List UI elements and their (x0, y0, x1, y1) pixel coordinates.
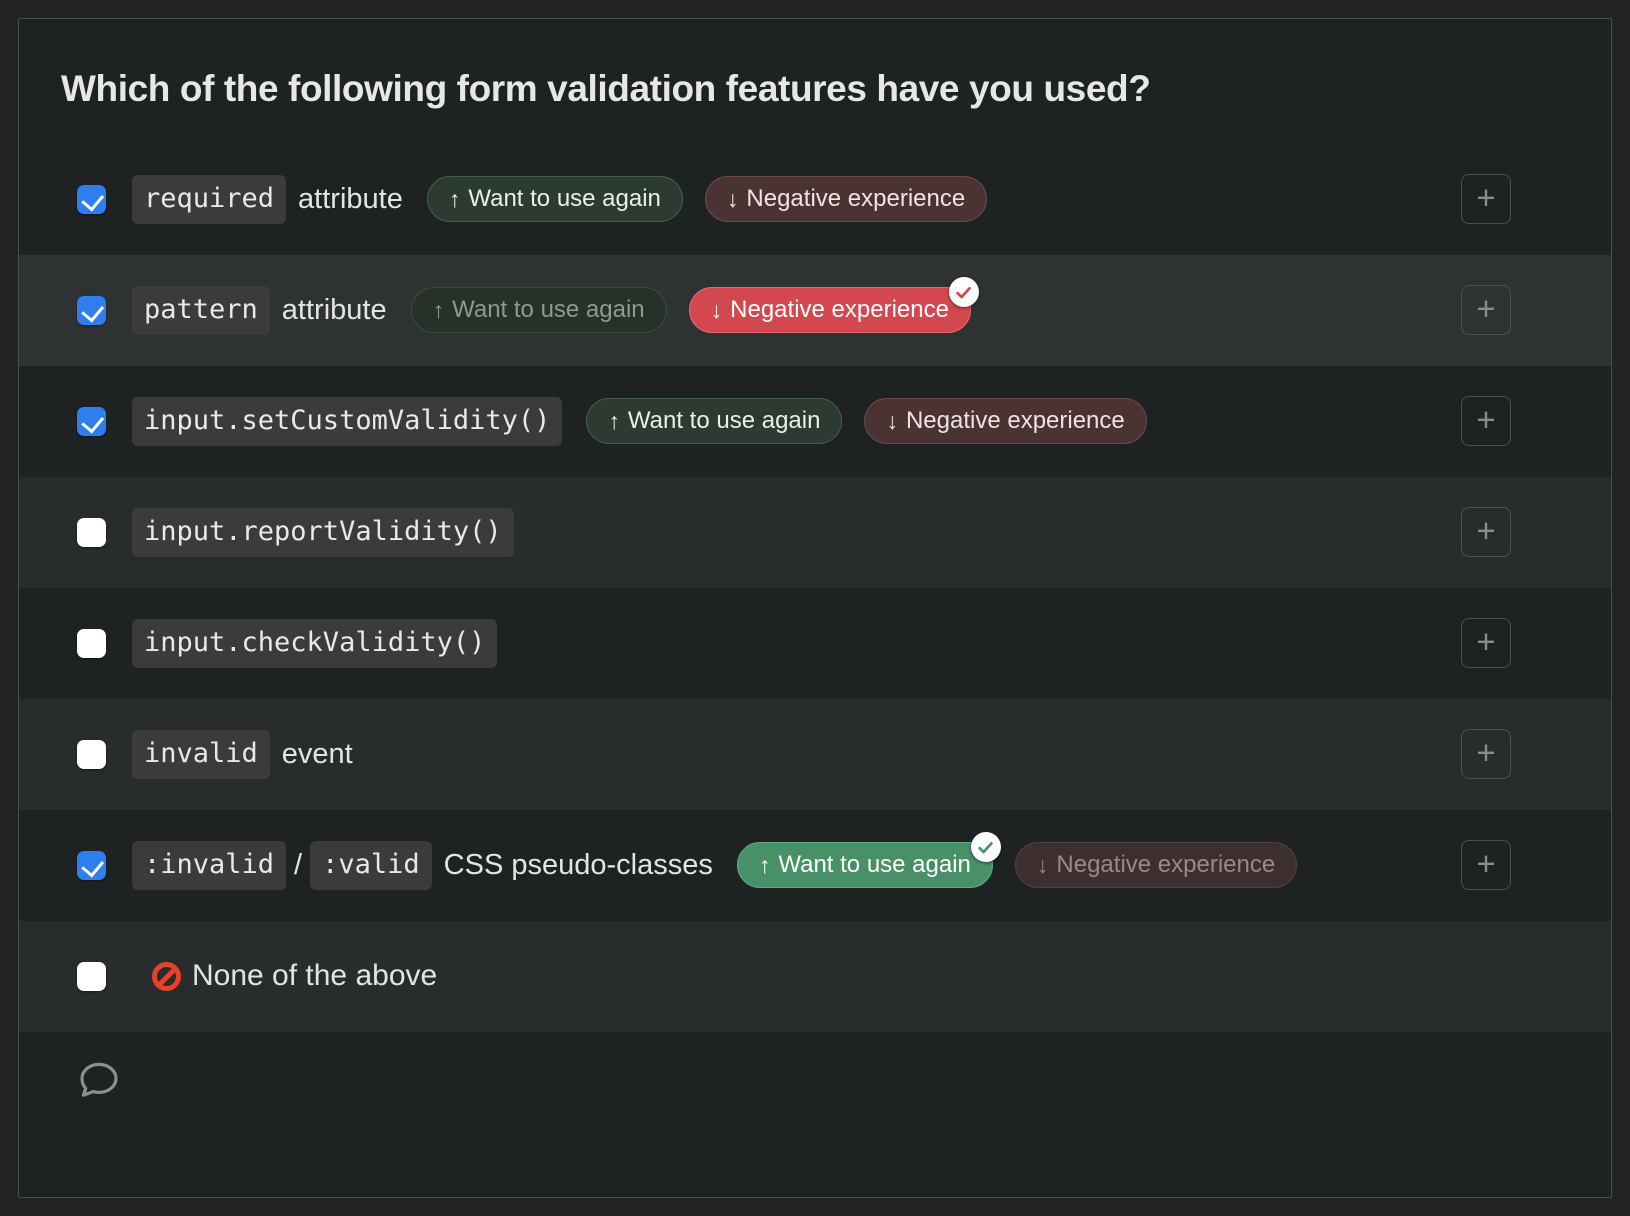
plus-icon: + (1476, 625, 1495, 658)
reaction-positive-label: Want to use again (628, 407, 821, 435)
option-suffix-text: event (282, 738, 353, 771)
option-checkbox[interactable] (77, 740, 106, 769)
survey-screen: Which of the following form validation f… (0, 0, 1630, 1216)
reaction-want-to-use-again[interactable]: ↑ Want to use again (427, 176, 683, 222)
page-title: Which of the following form validation f… (19, 19, 1611, 110)
reaction-want-to-use-again[interactable]: ↑ Want to use again (586, 398, 842, 444)
plus-icon: + (1476, 292, 1495, 325)
option-checkbox[interactable] (77, 185, 106, 214)
none-of-the-above-label: None of the above (152, 959, 437, 993)
option-row[interactable]: :invalid/:valid CSS pseudo-classes ↑ Want t… (19, 810, 1611, 921)
reaction-pills: ↑ Want to use again ↓ Negative experience (737, 842, 1319, 888)
card-footer (19, 1032, 1611, 1128)
option-checkbox[interactable] (77, 962, 106, 991)
selected-check-badge (971, 832, 1001, 862)
plus-icon: + (1476, 514, 1495, 547)
option-label: :invalid/:valid CSS pseudo-classes (132, 841, 713, 890)
option-checkbox[interactable] (77, 629, 106, 658)
survey-card: Which of the following form validation f… (18, 18, 1612, 1198)
reaction-negative-label: Negative experience (730, 296, 949, 324)
reaction-pills: ↑ Want to use again ↓ Negative experience (411, 287, 993, 333)
option-row[interactable]: required attribute ↑ Want to use again ↓ Nega… (19, 144, 1611, 255)
reaction-negative-experience[interactable]: ↓ Negative experience (864, 398, 1146, 444)
options-list: required attribute ↑ Want to use again ↓ Nega… (19, 144, 1611, 1032)
plus-icon: + (1476, 736, 1495, 769)
option-suffix-text: attribute (282, 294, 387, 327)
code-chip: pattern (132, 286, 270, 335)
arrow-up-icon: ↑ (608, 410, 620, 433)
option-suffix-text: attribute (298, 183, 403, 216)
arrow-up-icon: ↑ (759, 854, 771, 877)
option-row[interactable]: input.checkValidity() + (19, 588, 1611, 699)
arrow-down-icon: ↓ (727, 188, 739, 211)
speech-bubble-icon[interactable] (75, 1056, 123, 1104)
option-row[interactable]: invalid event + (19, 699, 1611, 810)
reaction-negative-experience[interactable]: ↓ Negative experience (1015, 842, 1297, 888)
plus-icon: + (1476, 847, 1495, 880)
code-chip: required (132, 175, 286, 224)
code-separator: / (294, 849, 302, 882)
add-option-button[interactable]: + (1461, 729, 1511, 779)
reaction-negative-experience[interactable]: ↓ Negative experience (689, 287, 971, 333)
code-chip-secondary: :valid (310, 841, 432, 890)
reaction-positive-label: Want to use again (778, 851, 971, 879)
add-option-button[interactable]: + (1461, 840, 1511, 890)
arrow-up-icon: ↑ (449, 188, 461, 211)
option-label: required attribute (132, 175, 403, 224)
option-label: input.reportValidity() (132, 508, 514, 557)
reaction-negative-label: Negative experience (746, 185, 965, 213)
arrow-down-icon: ↓ (886, 410, 898, 433)
arrow-down-icon: ↓ (711, 299, 723, 322)
option-label: input.setCustomValidity() (132, 397, 562, 446)
code-chip: input.reportValidity() (132, 508, 514, 557)
add-option-button[interactable]: + (1461, 174, 1511, 224)
none-of-the-above-text: None of the above (192, 959, 437, 993)
code-chip: input.setCustomValidity() (132, 397, 562, 446)
option-row[interactable]: pattern attribute ↑ Want to use again ↓ Negat… (19, 255, 1611, 366)
arrow-up-icon: ↑ (433, 299, 445, 322)
code-chip: :invalid (132, 841, 286, 890)
reaction-want-to-use-again[interactable]: ↑ Want to use again (411, 287, 667, 333)
option-label: None of the above (132, 959, 437, 993)
option-label: pattern attribute (132, 286, 387, 335)
option-row[interactable]: input.reportValidity() + (19, 477, 1611, 588)
code-chip: input.checkValidity() (132, 619, 497, 668)
reaction-pills: ↑ Want to use again ↓ Negative experience (586, 398, 1168, 444)
code-chip: invalid (132, 730, 270, 779)
add-option-button[interactable]: + (1461, 618, 1511, 668)
option-row[interactable]: None of the above (19, 921, 1611, 1032)
add-option-button[interactable]: + (1461, 507, 1511, 557)
add-option-button[interactable]: + (1461, 396, 1511, 446)
arrow-down-icon: ↓ (1037, 854, 1049, 877)
reaction-pills: ↑ Want to use again ↓ Negative experience (427, 176, 1009, 222)
reaction-positive-label: Want to use again (468, 185, 661, 213)
plus-icon: + (1476, 403, 1495, 436)
reaction-want-to-use-again[interactable]: ↑ Want to use again (737, 842, 993, 888)
option-checkbox[interactable] (77, 518, 106, 547)
option-label: invalid event (132, 730, 353, 779)
option-checkbox[interactable] (77, 407, 106, 436)
reaction-negative-experience[interactable]: ↓ Negative experience (705, 176, 987, 222)
option-label: input.checkValidity() (132, 619, 497, 668)
reaction-negative-label: Negative experience (1056, 851, 1275, 879)
plus-icon: + (1476, 181, 1495, 214)
option-suffix-text: CSS pseudo-classes (444, 849, 713, 882)
prohibited-icon (152, 962, 181, 991)
reaction-negative-label: Negative experience (906, 407, 1125, 435)
add-option-button[interactable]: + (1461, 285, 1511, 335)
option-row[interactable]: input.setCustomValidity() ↑ Want to use ag… (19, 366, 1611, 477)
selected-check-badge (949, 277, 979, 307)
option-checkbox[interactable] (77, 851, 106, 880)
option-checkbox[interactable] (77, 296, 106, 325)
reaction-positive-label: Want to use again (452, 296, 645, 324)
